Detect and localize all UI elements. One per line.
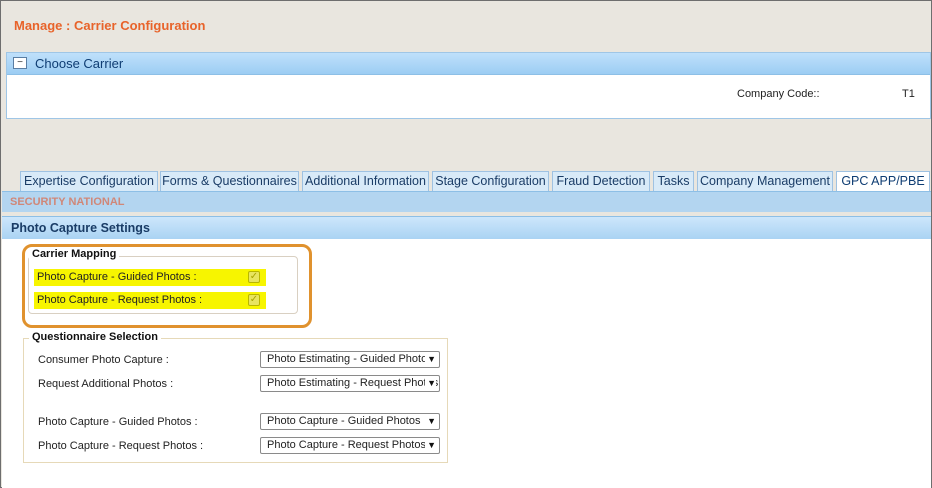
collapse-icon[interactable]: − [13, 57, 27, 69]
page-title: Manage : Carrier Configuration [14, 18, 206, 33]
choose-carrier-title: Choose Carrier [35, 56, 124, 71]
tab-additional-information[interactable]: Additional Information [302, 171, 429, 191]
request-additional-photos-label: Request Additional Photos : [38, 378, 174, 390]
request-photos-questionnaire-label: Photo Capture - Request Photos : [38, 440, 204, 452]
tab-fraud-detection[interactable]: Fraud Detection [552, 171, 650, 191]
choose-carrier-header[interactable]: − Choose Carrier [7, 53, 930, 75]
request-additional-photos-value: Photo Estimating - Request Photos [267, 377, 439, 389]
consumer-photo-capture-select[interactable]: Photo Estimating - Guided Photos ▼ [260, 351, 440, 368]
consumer-photo-capture-value: Photo Estimating - Guided Photos [267, 353, 433, 365]
tab-tasks[interactable]: Tasks [653, 171, 694, 191]
guided-photos-questionnaire-select[interactable]: Photo Capture - Guided Photos ▼ [260, 413, 440, 430]
tab-forms-questionnaires[interactable]: Forms & Questionnaires [160, 171, 299, 191]
choose-carrier-panel: − Choose Carrier Company Code:: T1 [6, 52, 931, 119]
tab-stage-configuration[interactable]: Stage Configuration [432, 171, 549, 191]
chevron-down-icon: ▼ [425, 376, 436, 391]
request-additional-photos-select[interactable]: Photo Estimating - Request Photos ▼ [260, 375, 440, 392]
tab-gpc-app-pbe[interactable]: GPC APP/PBE [836, 171, 930, 191]
company-code-value: T1 [902, 88, 915, 100]
carrier-bar: SECURITY NATIONAL [2, 191, 931, 212]
photo-capture-settings-title: Photo Capture Settings [11, 221, 150, 235]
tab-expertise-configuration[interactable]: Expertise Configuration [20, 171, 158, 191]
guided-photos-questionnaire-label: Photo Capture - Guided Photos : [38, 416, 198, 428]
questionnaire-selection-legend: Questionnaire Selection [29, 331, 161, 343]
request-photos-questionnaire-select[interactable]: Photo Capture - Request Photos ▼ [260, 437, 440, 454]
chevron-down-icon: ▼ [425, 352, 436, 367]
carrier-name: SECURITY NATIONAL [10, 196, 125, 208]
guided-photos-questionnaire-value: Photo Capture - Guided Photos [267, 415, 421, 427]
chevron-down-icon: ▼ [425, 414, 436, 429]
carrier-mapping-callout [22, 244, 312, 328]
tab-company-management[interactable]: Company Management [697, 171, 833, 191]
photo-capture-settings-header: Photo Capture Settings [2, 216, 931, 240]
request-photos-questionnaire-value: Photo Capture - Request Photos [267, 439, 426, 451]
chevron-down-icon: ▼ [425, 438, 436, 453]
consumer-photo-capture-label: Consumer Photo Capture : [38, 354, 169, 366]
company-code-label: Company Code:: [737, 88, 820, 100]
